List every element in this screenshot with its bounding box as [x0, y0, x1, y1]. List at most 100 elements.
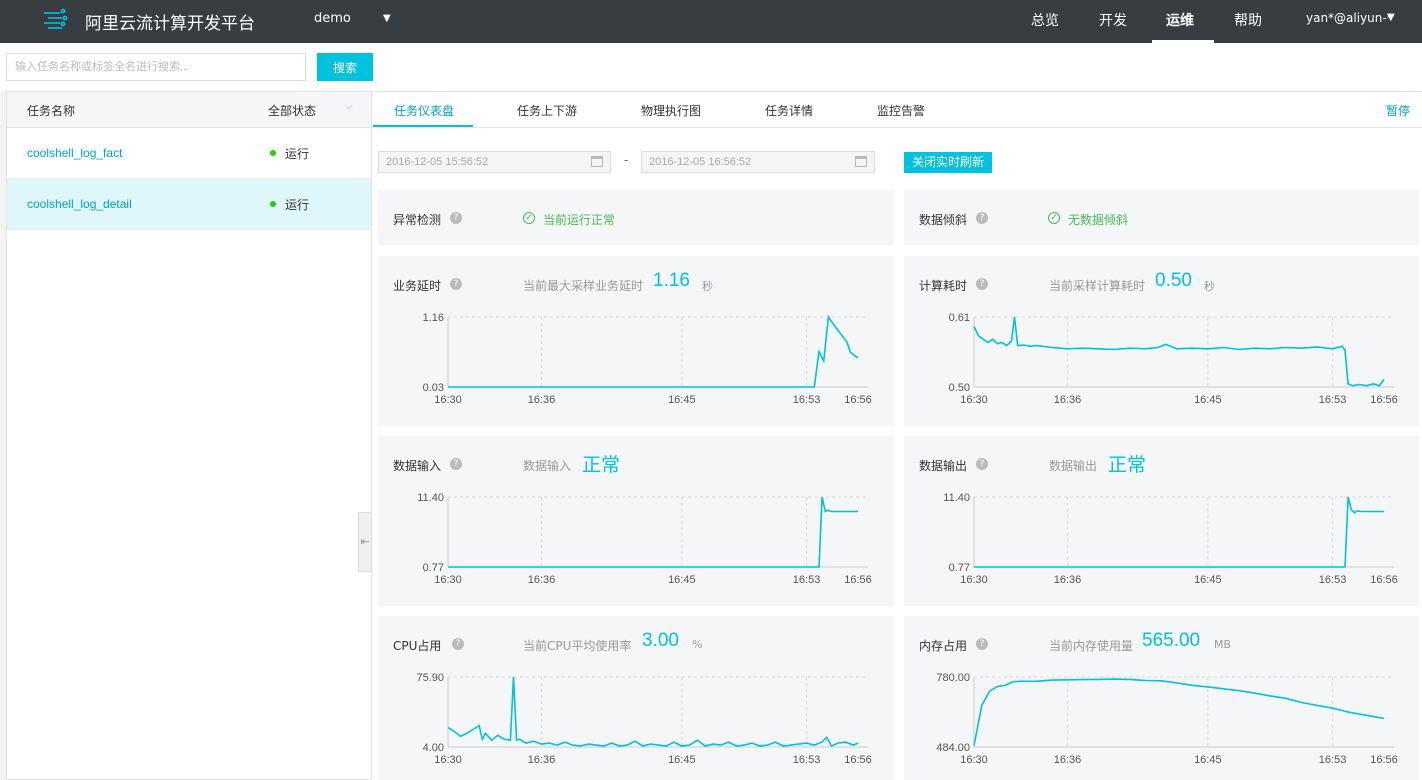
x-tick-label: 16:56 [1370, 574, 1398, 586]
tab-dashboard[interactable]: 任务仪表盘 [394, 102, 454, 119]
x-tick-label: 16:30 [960, 754, 988, 766]
check-circle-icon: ✓ [523, 212, 535, 224]
y-tick-label: 11.40 [417, 492, 444, 504]
compute-time-card: 计算耗时 ? 当前采样计算耗时 0.50 秒 0.61 0.50 16:30 16:3… [904, 256, 1419, 426]
search-bar: 搜索 [0, 43, 1422, 91]
x-tick-label: 16:53 [793, 574, 821, 586]
caret-down-icon[interactable]: ▼ [1387, 12, 1395, 23]
dashboard-panel: 任务仪表盘 任务上下游 物理执行图 任务详情 监控告警 暂停 2016-12-0… [372, 91, 1422, 780]
y-tick-label: 0.03 [423, 382, 444, 394]
x-tick-label: 16:53 [1319, 754, 1347, 766]
data-skew-card: 数据倾斜 ? ✓ 无数据倾斜 [904, 190, 1419, 245]
x-tick-label: 16:45 [668, 754, 696, 766]
latency-chart: 1.16 0.0316:30 16:36 16:45 16:53 16:56 [423, 312, 872, 406]
calendar-icon[interactable] [591, 156, 603, 167]
pause-button[interactable]: 暂停 [1386, 102, 1410, 119]
x-tick-label: 16:30 [434, 754, 462, 766]
data-input-chart: 11.40 0.7716:30 16:36 16:45 16:53 16:56 [417, 492, 872, 586]
x-tick-label: 16:56 [844, 394, 872, 406]
start-date-input[interactable]: 2016-12-05 15:56:52 [378, 151, 611, 173]
y-tick-label: 484.00 [936, 742, 970, 754]
y-tick-label: 11.40 [943, 492, 970, 504]
help-icon[interactable]: ? [976, 212, 988, 224]
nav-overview[interactable]: 总览 [1031, 10, 1059, 30]
data-output-card: 数据输出 ? 数据输出 正常 11.40 0.77 16:30 16:36 16:45 1… [904, 436, 1419, 606]
series-line [447, 676, 859, 748]
x-tick-label: 16:30 [434, 394, 462, 406]
x-tick-label: 16:45 [1194, 394, 1222, 406]
y-tick-label: 0.77 [949, 562, 970, 574]
nav-operations[interactable]: 运维 [1166, 10, 1194, 30]
series-line [973, 678, 1385, 746]
nav-develop[interactable]: 开发 [1099, 10, 1127, 30]
latency-card: 业务延时 ? 当前最大采样业务延时 1.16 秒 1.16 0.03 16:30 16… [378, 256, 894, 426]
running-status-dot [270, 201, 276, 207]
end-date-value: 2016-12-05 16:56:52 [649, 156, 752, 168]
project-selector[interactable]: demo [314, 11, 351, 26]
help-icon[interactable]: ? [450, 212, 462, 224]
x-tick-label: 16:36 [1054, 394, 1082, 406]
series-line [973, 316, 1385, 387]
running-status-dot [270, 150, 276, 156]
task-name-link[interactable]: coolshell_log_fact [27, 146, 122, 160]
tab-bar: 任务仪表盘 任务上下游 物理执行图 任务详情 监控告警 暂停 [372, 92, 1422, 128]
x-tick-label: 16:36 [528, 754, 556, 766]
x-tick-label: 16:30 [434, 574, 462, 586]
tab-physical-plan[interactable]: 物理执行图 [641, 102, 701, 119]
toggle-realtime-refresh-button[interactable]: 关闭实时刷新 [904, 152, 992, 173]
x-tick-label: 16:53 [1319, 574, 1347, 586]
x-tick-label: 16:53 [793, 394, 821, 406]
end-date-input[interactable]: 2016-12-05 16:56:52 [641, 151, 875, 173]
user-menu[interactable]: yan*@aliyun-* [1306, 11, 1393, 25]
x-tick-label: 16:53 [1319, 394, 1347, 406]
task-list-panel: 任务名称 全部状态 ⌵ coolshell_log_fact 运行 coolsh… [6, 91, 372, 780]
x-tick-label: 16:45 [1194, 574, 1222, 586]
card-title: 异常检测 [393, 213, 442, 227]
task-row-selected[interactable]: coolshell_log_detail 运行 [7, 179, 371, 230]
series-line [974, 496, 1384, 568]
anomaly-status: 当前运行正常 [543, 213, 616, 227]
x-tick-label: 16:56 [844, 574, 872, 586]
calendar-icon[interactable] [855, 156, 867, 167]
x-tick-label: 16:45 [1194, 754, 1222, 766]
y-tick-label: 0.61 [949, 312, 970, 324]
compute-time-chart: 0.61 0.5016:30 16:36 16:45 16:53 16:56 [949, 312, 1398, 406]
collapse-panel-handle[interactable]: ⇤ [358, 512, 372, 572]
y-tick-label: 0.77 [423, 562, 444, 574]
task-search-input[interactable] [6, 53, 306, 81]
card-title: 数据倾斜 [919, 213, 968, 227]
x-tick-label: 16:56 [1370, 394, 1398, 406]
task-status: 运行 [285, 147, 310, 161]
skew-status: 无数据倾斜 [1068, 213, 1129, 227]
caret-down-icon[interactable]: ▼ [383, 13, 391, 24]
x-tick-label: 16:56 [1370, 754, 1398, 766]
series-line [448, 314, 859, 388]
y-tick-label: 4.00 [423, 742, 444, 754]
tab-task-details[interactable]: 任务详情 [765, 102, 813, 119]
task-status: 运行 [285, 198, 310, 212]
x-tick-label: 16:36 [1054, 574, 1082, 586]
task-name-link[interactable]: coolshell_log_detail [27, 197, 132, 211]
app-title: 阿里云流计算开发平台 [85, 14, 255, 34]
y-tick-label: 75.90 [416, 672, 444, 684]
task-row[interactable]: coolshell_log_fact 运行 [7, 128, 371, 179]
stream-logo-icon [44, 8, 68, 29]
x-tick-label: 16:53 [793, 754, 821, 766]
x-tick-label: 16:30 [960, 574, 988, 586]
x-tick-label: 16:36 [528, 394, 556, 406]
x-tick-label: 16:36 [528, 574, 556, 586]
x-tick-label: 16:45 [668, 394, 696, 406]
data-output-chart: 11.40 0.7716:30 16:36 16:45 16:53 16:56 [943, 492, 1398, 586]
nav-help[interactable]: 帮助 [1234, 10, 1262, 30]
tab-upstream-downstream[interactable]: 任务上下游 [517, 102, 577, 119]
x-tick-label: 16:45 [668, 574, 696, 586]
data-input-card: 数据输入 ? 数据输入 正常 11.40 0.77 16:30 16:36 16:45 1… [378, 436, 894, 606]
tab-monitoring-alerts[interactable]: 监控告警 [877, 102, 925, 119]
chevron-down-icon[interactable]: ⌵ [345, 101, 353, 112]
status-filter[interactable]: 全部状态 [268, 102, 316, 119]
active-tab-indicator [373, 125, 473, 127]
search-button[interactable]: 搜索 [317, 53, 373, 81]
series-line [448, 496, 858, 568]
start-date-value: 2016-12-05 15:56:52 [386, 156, 489, 168]
check-circle-icon: ✓ [1048, 212, 1060, 224]
